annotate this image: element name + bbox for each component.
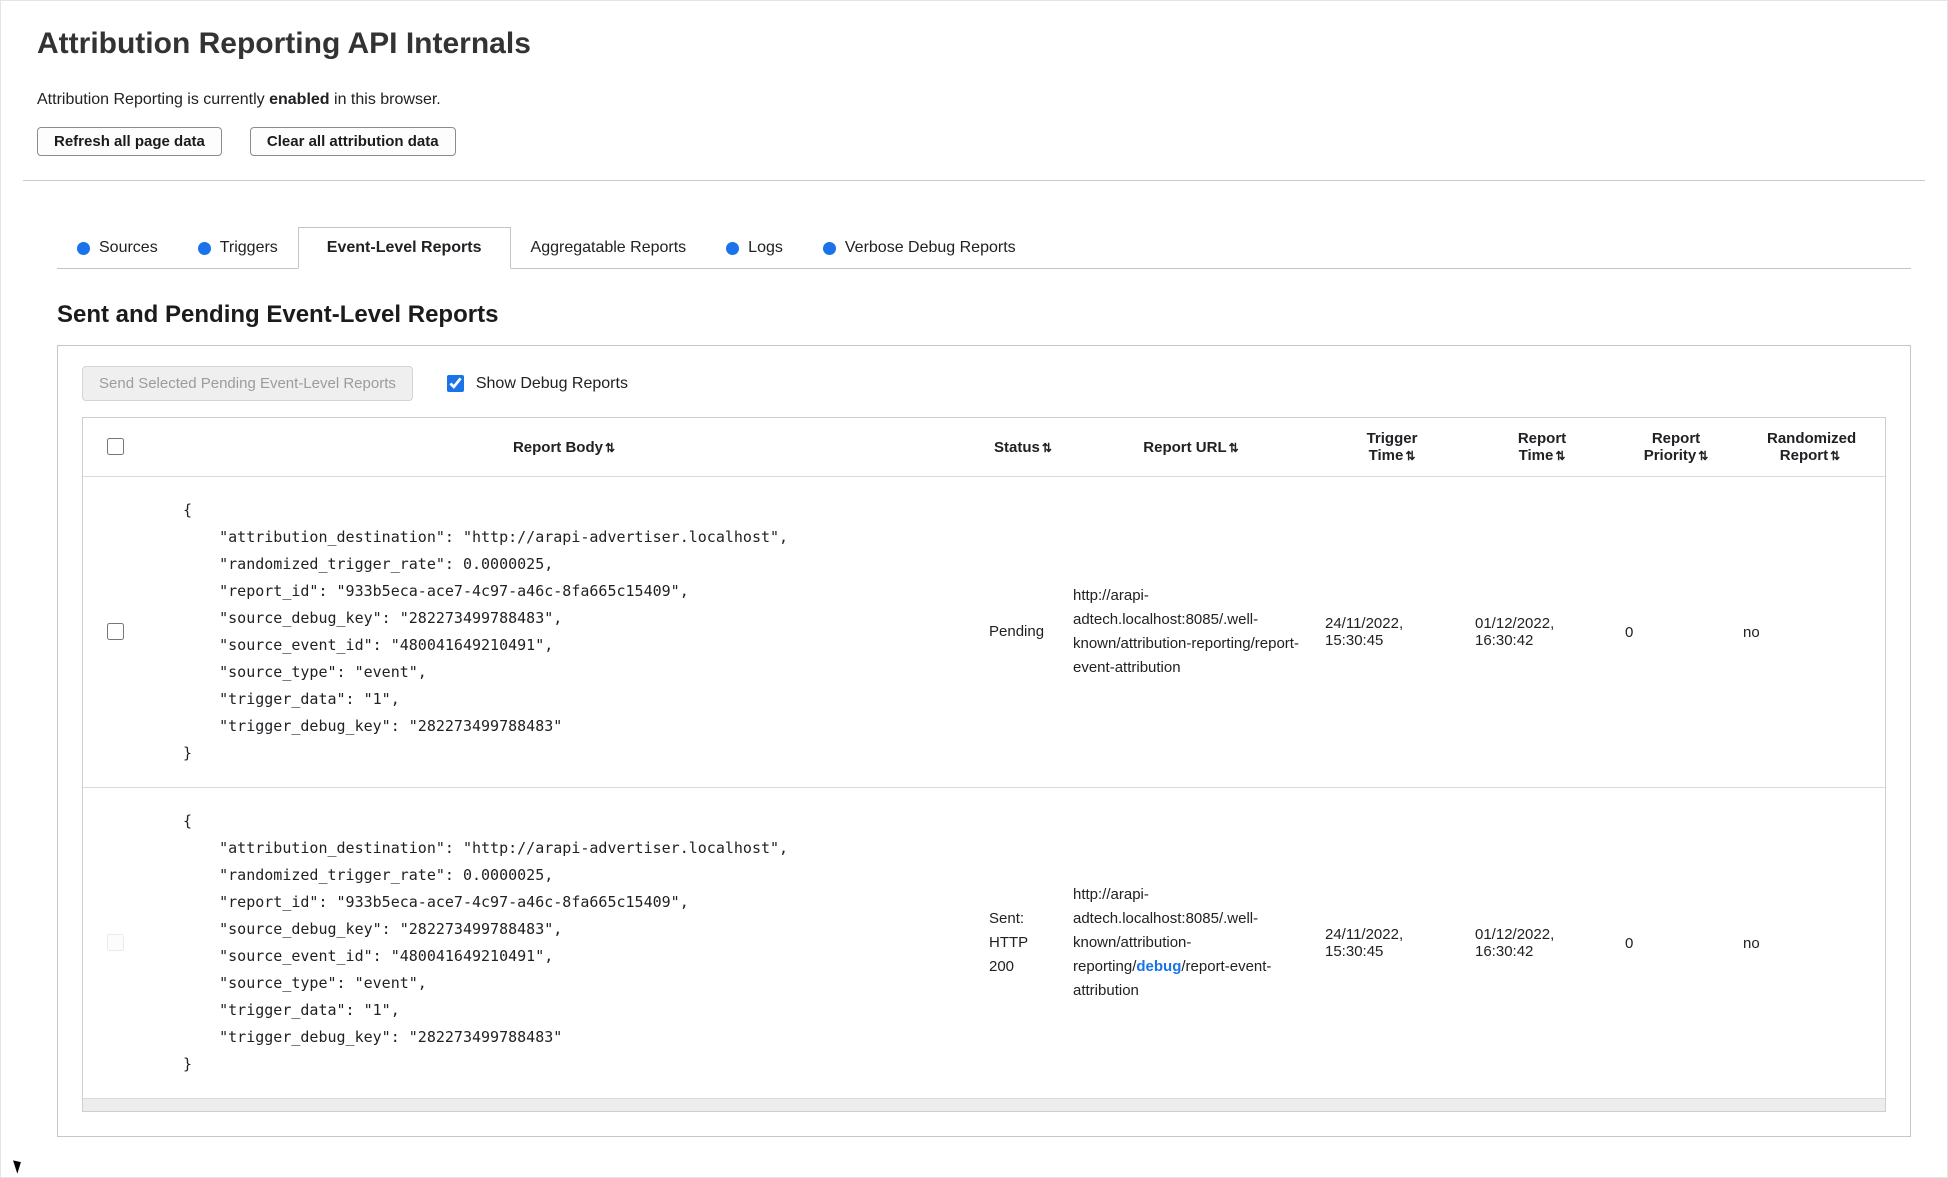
table-footer-bar [83,1098,1885,1111]
panel-controls: Send Selected Pending Event-Level Report… [82,366,1886,401]
reports-table: Report Body ⇅ Status ⇅ Report URL ⇅ Trigger… [83,418,1885,1098]
sort-icon: ⇅ [1698,449,1709,463]
sort-icon: ⇅ [1405,449,1416,463]
row-checkbox-cell [83,787,147,1098]
status-text-prefix: Attribution Reporting is currently [37,91,270,108]
verbose-debug-data-dot-icon [822,241,836,255]
sort-icon: ⇅ [1830,449,1841,463]
col-header-report-url[interactable]: Report URL ⇅ [1065,418,1317,477]
report-time-cell: 01/12/2022, 16:30:42 [1475,615,1555,649]
triggers-data-dot-icon [197,241,211,255]
report-priority-cell: 0 [1625,623,1634,641]
select-all-header-cell [83,418,147,477]
report-url-cell: http://arapi-adtech.localhost:8085/.well… [1065,787,1317,1098]
report-body-cell: { "attribution_destination": "http://ara… [147,477,981,788]
row-checkbox-cell [83,477,147,788]
mouse-cursor-icon [13,1158,24,1174]
tab-logs[interactable]: Logs [706,228,803,268]
page-title: Attribution Reporting API Internals [37,27,531,60]
report-body-json: { "attribution_destination": "http://ara… [183,812,789,1073]
tab-strip: Sources Triggers Event-Level Reports Agg… [57,227,1911,269]
tab-event-level-reports[interactable]: Event-Level Reports [297,227,511,269]
status-cell: Pending [989,623,1045,640]
randomized-report-cell: no [1735,787,1885,1098]
tab-verbose-debug-reports[interactable]: Verbose Debug Reports [803,228,1036,268]
sort-icon: ⇅ [1041,440,1052,455]
col-header-report-body[interactable]: Report Body ⇅ [147,418,981,477]
debug-link[interactable]: debug [1136,958,1181,975]
tab-sources[interactable]: Sources [57,228,178,268]
tab-label: Sources [99,239,158,256]
tab-label: Event-Level Reports [326,239,482,256]
report-url-text: http://arapi-adtech.localhost:8085/.well… [1073,587,1299,676]
col-header-trigger-time[interactable]: Trigger Time ⇅ [1317,418,1467,477]
section-heading: Sent and Pending Event-Level Reports [57,301,499,328]
logs-data-dot-icon [726,241,740,255]
show-debug-reports-checkbox[interactable] [446,375,464,392]
sort-icon: ⇅ [1555,449,1566,463]
attribution-internals-page: Attribution Reporting API Internals Attr… [1,1,1947,1137]
reports-table-wrap: Report Body ⇅ Status ⇅ Report URL ⇅ Trigger… [82,417,1886,1112]
tab-label: Triggers [219,239,278,256]
trigger-time-cell: 24/11/2022, 15:30:45 [1325,615,1404,649]
refresh-all-page-data-button[interactable]: Refresh all page data [37,127,222,156]
trigger-time-cell: 24/11/2022, 15:30:45 [1317,787,1467,1098]
report-priority-cell: 0 [1617,787,1735,1098]
col-header-status[interactable]: Status ⇅ [981,418,1065,477]
sort-icon: ⇅ [604,440,616,455]
status-line: Attribution Reporting is currently enabl… [37,91,1911,109]
tab-triggers[interactable]: Triggers [178,228,298,268]
tab-label: Aggregatable Reports [530,239,687,256]
col-header-randomized-report[interactable]: Randomized Report ⇅ [1735,418,1885,477]
status-text-suffix: in this browser. [329,91,441,108]
event-level-reports-panel: Send Selected Pending Event-Level Report… [57,345,1911,1137]
status-cell: Sent: HTTP 200 [981,787,1065,1098]
main-content: Sources Triggers Event-Level Reports Agg… [57,227,1911,1137]
row-select-checkbox[interactable] [107,934,124,951]
divider [23,180,1925,181]
show-debug-reports-toggle[interactable]: Show Debug Reports [443,372,628,395]
report-row-pending: { "attribution_destination": "http://ara… [83,477,1885,788]
sort-icon: ⇅ [1228,440,1239,455]
reports-table-header: Report Body ⇅ Status ⇅ Report URL ⇅ Trigger… [83,418,1885,477]
show-debug-reports-label: Show Debug Reports [475,374,628,392]
send-selected-pending-reports-button[interactable]: Send Selected Pending Event-Level Report… [82,366,413,401]
col-header-report-priority[interactable]: Report Priority ⇅ [1617,418,1735,477]
col-header-report-time[interactable]: Report Time ⇅ [1467,418,1617,477]
row-select-checkbox[interactable] [107,623,124,640]
report-body-cell: { "attribution_destination": "http://ara… [147,787,981,1098]
top-buttons-row: Refresh all page data Clear all attribut… [37,127,1911,156]
select-all-checkbox[interactable] [107,438,124,455]
reports-table-body: { "attribution_destination": "http://ara… [83,477,1885,1098]
report-url-cell: http://arapi-adtech.localhost:8085/.well… [1065,477,1317,788]
tab-aggregatable-reports[interactable]: Aggregatable Reports [511,228,707,268]
report-time-cell: 01/12/2022, 16:30:42 [1467,787,1617,1098]
report-body-json: { "attribution_destination": "http://ara… [183,501,789,762]
report-row-sent-debug: { "attribution_destination": "http://ara… [83,787,1885,1098]
tab-label: Logs [748,239,783,256]
tab-label: Verbose Debug Reports [844,239,1016,256]
clear-all-attribution-data-button[interactable]: Clear all attribution data [249,127,456,156]
randomized-report-cell: no [1743,623,1760,641]
sources-data-dot-icon [77,241,90,255]
status-enabled-text: enabled [269,91,330,108]
